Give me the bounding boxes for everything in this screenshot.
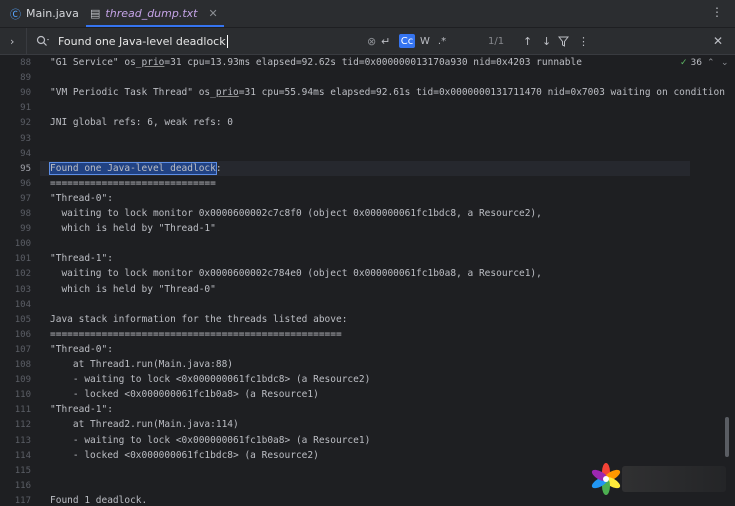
whole-words-toggle[interactable]: W — [419, 34, 431, 48]
inspection-widget[interactable]: ✓ 36 — [680, 58, 702, 68]
clear-search-icon[interactable]: ⊗ — [367, 28, 376, 54]
vertical-scrollbar-thumb[interactable] — [725, 417, 729, 457]
code-line: "Thread-1": — [50, 404, 113, 416]
line-number: 112 — [14, 420, 31, 431]
line-number: 107 — [14, 344, 31, 355]
code-line: Found 1 deadlock. — [50, 494, 148, 506]
code-line: which is held by "Thread-0" — [50, 283, 216, 295]
next-match-icon[interactable]: ↓ — [542, 28, 551, 54]
code-line: which is held by "Thread-1" — [50, 223, 216, 235]
line-number: 95 — [20, 163, 31, 174]
match-case-toggle[interactable]: Cc — [399, 34, 415, 48]
code-line: JNI global refs: 6, weak refs: 0 — [50, 117, 234, 129]
line-number: 96 — [20, 178, 31, 189]
editor-tab-bar: Ⓒ Main.java ▤ thread_dump.txt ✕ ⋮ — [0, 0, 735, 28]
line-number: 108 — [14, 360, 31, 370]
line-number: 113 — [14, 435, 31, 446]
find-more-options-icon[interactable]: ⋮ — [578, 28, 589, 54]
line-number: 100 — [14, 239, 31, 250]
code-line: waiting to lock monitor 0x0000600002c7c8… — [50, 208, 542, 219]
line-number: 114 — [14, 450, 31, 461]
new-line-icon[interactable]: ↵ — [381, 28, 390, 54]
line-number: 109 — [14, 375, 31, 386]
line-number-gutter: 88 89 90 91 92 93 94 95 96 97 98 99 100 101 102 103 104 1… — [0, 55, 40, 506]
close-tab-icon[interactable]: ✕ — [209, 7, 218, 20]
overlay-panel — [622, 466, 726, 492]
line-number: 104 — [14, 299, 31, 310]
line-number: 106 — [14, 329, 31, 340]
java-class-icon: Ⓒ — [10, 7, 21, 21]
code-line: Java stack information for the threads l… — [50, 313, 348, 325]
line-number: 110 — [14, 390, 31, 401]
tab-label: Main.java — [26, 7, 79, 20]
line-number: 92 — [20, 118, 31, 129]
line-number: 93 — [20, 133, 31, 144]
close-find-icon[interactable]: ✕ — [713, 28, 723, 54]
code-line: "Thread-0": — [50, 192, 113, 204]
line-number: 111 — [14, 405, 31, 416]
code-line: "G1 Service" os_prio=31 cpu=13.93ms elap… — [50, 57, 582, 68]
line-number: 105 — [14, 314, 31, 325]
code-line: waiting to lock monitor 0x0000600002c784… — [50, 268, 542, 280]
prev-problem-icon[interactable]: ⌃ — [707, 58, 715, 68]
match-count: 1/1 — [488, 35, 505, 47]
code-line: - waiting to lock <0x000000061fc1b0a8> (… — [50, 434, 371, 446]
find-bar: › Found one Java-level deadlock ⊗ ↵ Cc W… — [0, 28, 735, 55]
next-problem-icon[interactable]: ⌄ — [721, 58, 729, 68]
line-number: 94 — [20, 148, 31, 159]
line-number: 102 — [14, 269, 31, 280]
text-caret — [226, 34, 228, 48]
search-icon[interactable] — [36, 28, 50, 54]
text-file-icon: ▤ — [90, 7, 101, 20]
code-line: "Thread-0": — [50, 343, 113, 355]
editor-area[interactable]: 88 89 90 91 92 93 94 95 96 97 98 99 100 101 102 103 104 1… — [0, 55, 735, 506]
inspection-count: 36 — [690, 58, 702, 68]
spellcheck-underline: prio — [215, 87, 239, 99]
line-number: 90 — [20, 88, 31, 99]
tab-thread-dump[interactable]: ▤ thread_dump.txt ✕ — [86, 0, 224, 27]
filter-icon[interactable] — [558, 28, 569, 54]
line-number: 115 — [14, 465, 31, 476]
code-line: - waiting to lock <0x000000061fc1bdc8> (… — [50, 374, 371, 386]
previous-match-icon[interactable]: ↑ — [523, 28, 532, 54]
expand-replace-chevron-icon[interactable]: › — [10, 28, 14, 54]
line-number: 117 — [14, 495, 31, 506]
line-number: 99 — [20, 224, 31, 235]
tab-main-java[interactable]: Ⓒ Main.java — [10, 0, 79, 27]
spellcheck-underline: prio — [141, 57, 165, 68]
divider — [26, 28, 27, 54]
code-line: ========================================… — [50, 328, 342, 340]
regex-toggle[interactable]: .* — [436, 34, 448, 48]
line-number: 88 — [20, 58, 31, 68]
search-input[interactable]: Found one Java-level deadlock — [58, 28, 228, 54]
line-number: 103 — [14, 284, 31, 295]
more-options-icon[interactable]: ⋮ — [711, 5, 723, 19]
code-line: - locked <0x000000061fc1b0a8> (a Resourc… — [50, 389, 319, 401]
code-line: "VM Periodic Task Thread" os_prio=31 cpu… — [50, 87, 725, 99]
check-icon: ✓ — [680, 58, 688, 68]
line-number: 116 — [14, 480, 31, 491]
code-line: "Thread-1": — [50, 253, 113, 265]
code-line: at Thread2.run(Main.java:114) — [50, 419, 239, 431]
code-line: - locked <0x000000061fc1bdc8> (a Resourc… — [50, 449, 319, 461]
line-number: 91 — [20, 103, 31, 114]
code-line: Found one Java-level deadlock: — [49, 161, 222, 175]
search-query-text: Found one Java-level deadlock — [58, 34, 226, 48]
flower-logo-icon — [590, 463, 622, 495]
code-line: at Thread1.run(Main.java:88) — [50, 359, 234, 370]
line-number: 101 — [14, 254, 31, 265]
line-number: 97 — [20, 193, 31, 204]
tab-label: thread_dump.txt — [105, 7, 198, 20]
line-number: 98 — [20, 209, 31, 219]
search-match-highlight: Found one Java-level deadlock — [49, 161, 217, 175]
line-number: 89 — [20, 73, 31, 84]
code-line: ============================= — [50, 177, 216, 189]
